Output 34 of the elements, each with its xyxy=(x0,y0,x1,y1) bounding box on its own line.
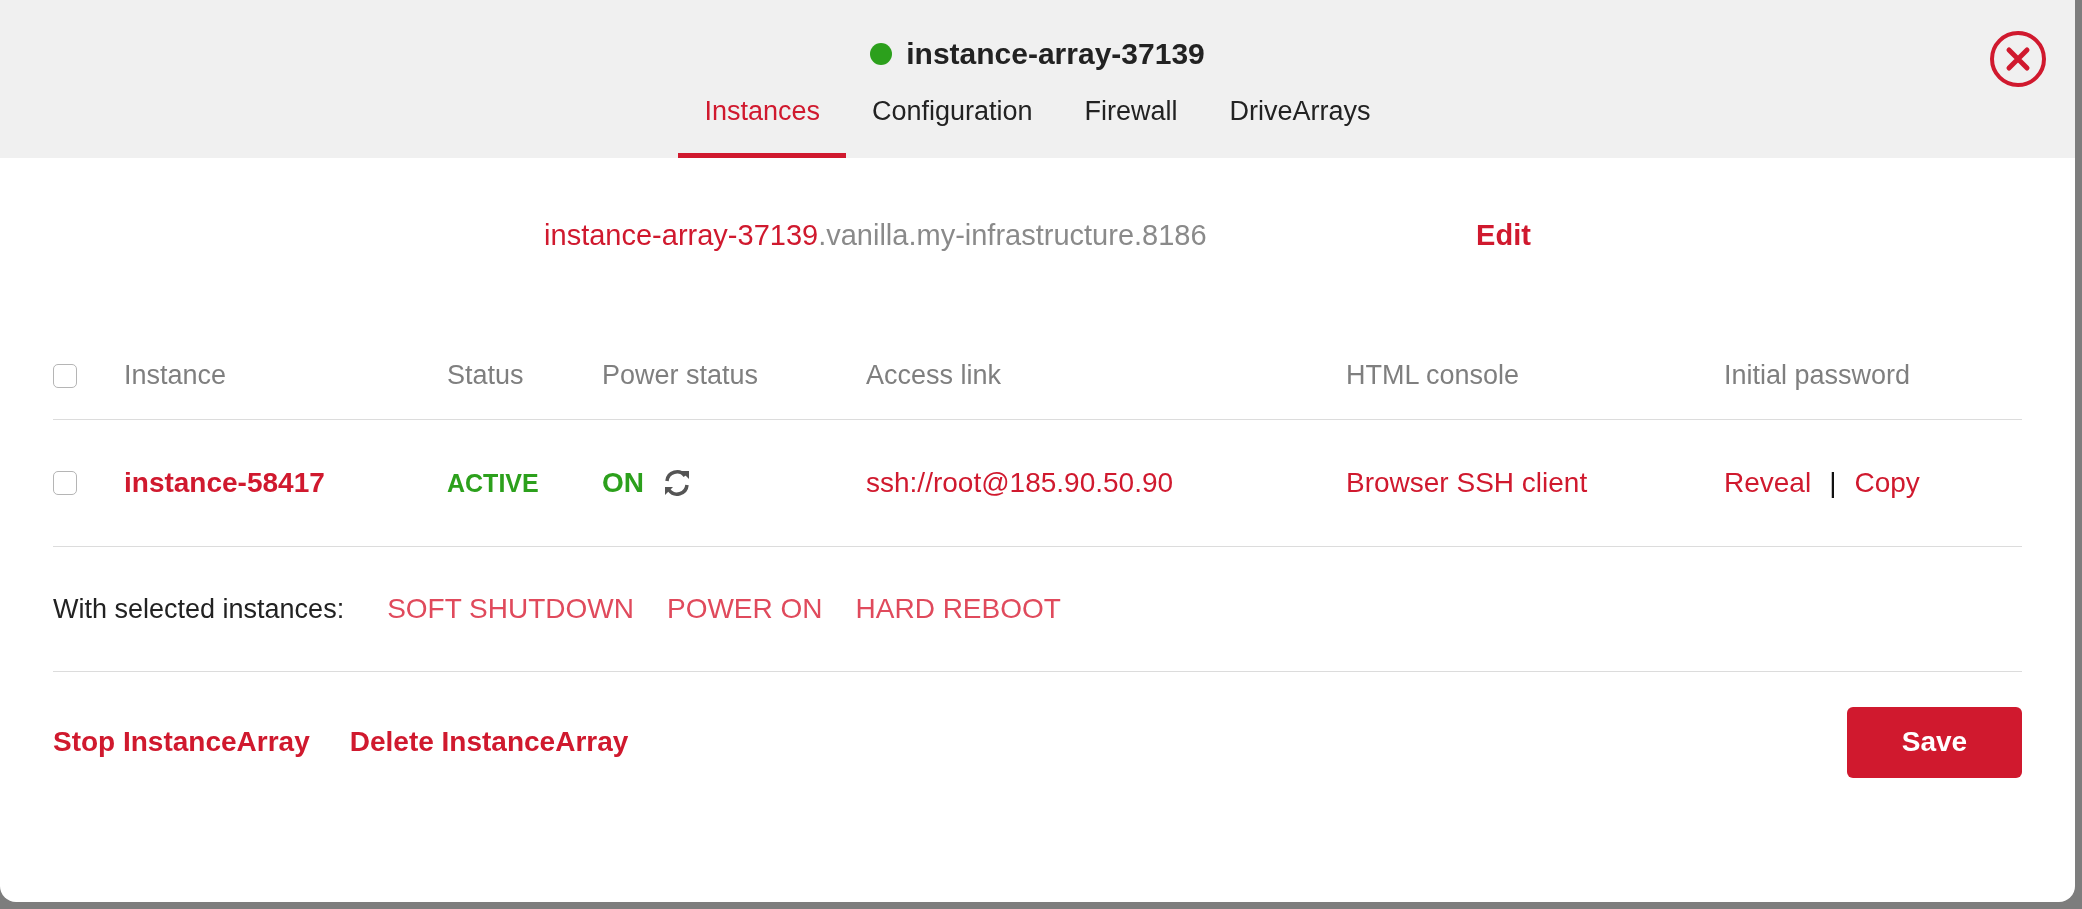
tab[interactable]: DriveArrays xyxy=(1203,74,1397,158)
footer-link[interactable]: Stop InstanceArray xyxy=(53,726,310,758)
close-button[interactable] xyxy=(1989,30,2047,88)
refresh-icon[interactable] xyxy=(662,468,692,498)
bulk-action-link[interactable]: SOFT SHUTDOWN xyxy=(387,593,634,625)
save-button[interactable]: Save xyxy=(1847,706,2022,778)
checkbox[interactable] xyxy=(53,363,77,388)
column-header: Access link xyxy=(866,360,1003,391)
bulk-actions-label: With selected instances: xyxy=(53,593,345,625)
power-status-text: ON xyxy=(602,467,644,499)
column-header: Status xyxy=(447,360,525,391)
footer-link[interactable]: Delete InstanceArray xyxy=(349,726,629,758)
column-header: HTML console xyxy=(1346,360,1521,391)
column-header: Instance xyxy=(124,360,228,391)
hostname-text: instance-array-37139.vanilla.my-infrastructure.8186 xyxy=(544,218,1208,252)
console-link[interactable]: Browser SSH client xyxy=(1346,467,1588,498)
column-header: Initial password xyxy=(1724,360,1912,391)
bulk-action-link[interactable]: POWER ON xyxy=(666,593,823,625)
copy-link[interactable]: Copy xyxy=(1854,467,1920,499)
status-text: ACTIVE xyxy=(447,469,539,497)
instance-link[interactable]: instance-58417 xyxy=(124,467,325,498)
reveal-link[interactable]: Reveal xyxy=(1724,467,1812,499)
tab[interactable]: Instances xyxy=(678,74,846,158)
edit-link[interactable]: Edit xyxy=(1476,218,1531,252)
close-icon xyxy=(1989,30,2047,88)
column-header: Power status xyxy=(602,360,760,391)
access-link[interactable]: ssh://root@185.90.50.90 xyxy=(866,467,1174,498)
checkbox[interactable] xyxy=(53,471,77,495)
tab[interactable]: Firewall xyxy=(1058,74,1204,158)
separator-text: | xyxy=(1829,467,1837,499)
status-dot-icon xyxy=(870,43,893,65)
dialog-title: instance-array-37139 xyxy=(906,37,1205,71)
tab[interactable]: Configuration xyxy=(845,74,1059,158)
bulk-action-link[interactable]: HARD REBOOT xyxy=(855,593,1061,625)
